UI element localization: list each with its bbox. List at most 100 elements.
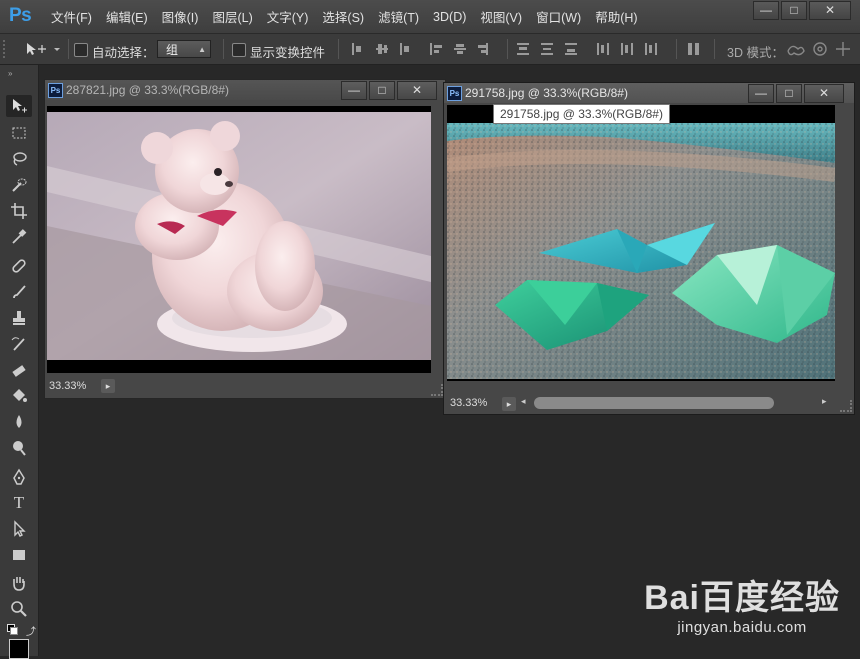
document-1-resize-grip[interactable] (431, 384, 443, 396)
auto-align-icon[interactable] (686, 41, 704, 57)
watermark-logo: Bai百度经验 (644, 579, 840, 617)
quick-selection-tool[interactable] (6, 174, 32, 196)
document-2-titlebar[interactable]: Ps 291758.jpg @ 33.3%(RGB/8#) — □ ✕ (444, 83, 854, 103)
document-2-canvas[interactable] (447, 105, 835, 381)
document-2-zoom-readout[interactable]: 33.33% (450, 395, 487, 412)
options-grip[interactable] (3, 40, 11, 58)
3d-rotate-icon (787, 45, 805, 56)
options-bar: 自动选择： 组 ▲ 显示变换控件 3D 模式： (0, 34, 860, 65)
document-2-close-button[interactable]: ✕ (804, 84, 844, 103)
eraser-tool[interactable] (6, 359, 32, 381)
show-transform-checkbox[interactable] (232, 43, 246, 57)
app-close-button[interactable]: ✕ (809, 1, 851, 20)
clone-stamp-tool[interactable] (6, 307, 32, 329)
menu-file[interactable]: 文件(F) (44, 7, 99, 26)
document-2-title: 291758.jpg @ 33.3%(RGB/8#) (465, 86, 628, 100)
auto-select-label: 自动选择： (92, 46, 155, 60)
teddy-bear-photo (47, 112, 431, 360)
paper-boats-photo (447, 123, 835, 379)
rectangle-icon (13, 550, 25, 560)
menu-help[interactable]: 帮助(H) (588, 7, 644, 26)
menu-3d[interactable]: 3D(D) (426, 10, 473, 24)
align-hcenter-icon (454, 48, 466, 50)
path-selection-icon (14, 520, 26, 537)
menu-filter[interactable]: 滤镜(T) (371, 7, 426, 26)
pen-tool[interactable] (6, 466, 32, 488)
ps-document-icon: Ps (447, 86, 462, 101)
dodge-icon (13, 441, 26, 456)
paint-bucket-tool[interactable] (6, 385, 32, 407)
scroll-left-icon[interactable]: ◂ (521, 396, 526, 407)
document-2-minimize-button[interactable]: — (748, 84, 774, 103)
healing-brush-tool[interactable] (6, 255, 32, 277)
zoom-tool[interactable] (6, 598, 32, 620)
default-colors-icon[interactable] (7, 624, 18, 635)
document-2-info-icon[interactable]: ▸ (502, 397, 516, 411)
separator (714, 39, 715, 59)
hand-tool[interactable] (6, 572, 32, 594)
ps-document-icon: Ps (48, 83, 63, 98)
path-selection-tool[interactable] (6, 518, 32, 540)
type-tool[interactable]: T (6, 492, 32, 514)
align-bottom-icon (400, 43, 402, 55)
marquee-tool[interactable] (6, 122, 32, 144)
document-1-titlebar[interactable]: Ps 287821.jpg @ 33.3%(RGB/8#) — □ ✕ (45, 80, 445, 100)
rectangle-tool[interactable] (6, 544, 32, 566)
menu-type[interactable]: 文字(Y) (260, 7, 316, 26)
show-transform-label: 显示变换控件 (250, 46, 326, 60)
eraser-icon (12, 365, 26, 377)
baidu-jingyan-watermark: Bai百度经验 jingyan.baidu.com (644, 570, 840, 636)
eyedropper-tool[interactable] (6, 226, 32, 248)
lasso-tool[interactable] (6, 148, 32, 170)
chevron-updown-icon: ▲ (198, 45, 206, 54)
menu-image[interactable]: 图像(I) (155, 7, 206, 26)
document-1-restore-button[interactable]: □ (369, 81, 395, 100)
brush-tool[interactable] (6, 281, 32, 303)
app-logo: Ps (9, 5, 32, 26)
crop-tool[interactable] (6, 200, 32, 222)
magnifier-icon (11, 601, 27, 617)
document-1-close-button[interactable]: ✕ (397, 81, 437, 100)
menu-window[interactable]: 窗口(W) (529, 7, 588, 26)
3d-mode-icons[interactable] (785, 39, 857, 59)
bandage-icon (12, 259, 26, 273)
menu-select[interactable]: 选择(S) (315, 7, 371, 26)
scroll-right-icon[interactable]: ▸ (822, 396, 827, 407)
move-tool-icon (27, 43, 60, 55)
menu-layer[interactable]: 图层(L) (205, 7, 259, 26)
dodge-tool[interactable] (6, 437, 32, 459)
auto-select-dropdown[interactable]: 组 ▲ (157, 40, 211, 58)
document-1-canvas-bottom (47, 370, 431, 373)
document-1-info-icon[interactable]: ▸ (101, 379, 115, 393)
blur-tool[interactable] (6, 411, 32, 433)
document-1-canvas[interactable] (47, 106, 431, 370)
move-tool[interactable] (6, 95, 32, 117)
separator (507, 39, 508, 59)
pen-icon (13, 468, 25, 485)
app-restore-button[interactable]: □ (781, 1, 807, 20)
document-window-2[interactable]: Ps 291758.jpg @ 33.3%(RGB/8#) — □ ✕ 33.3… (443, 82, 855, 415)
menu-edit[interactable]: 编辑(E) (99, 7, 155, 26)
distribute-icons-group (517, 43, 657, 55)
bucket-icon (13, 389, 27, 402)
move-icon (13, 99, 27, 113)
document-2-restore-button[interactable]: □ (776, 84, 802, 103)
document-1-minimize-button[interactable]: — (341, 81, 367, 100)
marquee-icon (12, 127, 26, 139)
auto-select-checkbox[interactable] (74, 43, 88, 57)
swap-colors-icon[interactable]: ⤴ (26, 623, 36, 638)
foreground-color-swatch[interactable] (9, 639, 29, 659)
auto-select-value: 组 (166, 43, 179, 57)
document-1-zoom-readout[interactable]: 33.33% (49, 378, 86, 395)
title-tooltip: 291758.jpg @ 33.3%(RGB/8#) (493, 104, 670, 124)
menu-view[interactable]: 视图(V) (473, 7, 529, 26)
document-window-1[interactable]: Ps 287821.jpg @ 33.3%(RGB/8#) — □ ✕ 33.3… (44, 79, 446, 399)
tool-preset-picker[interactable] (24, 40, 64, 58)
lasso-icon (13, 152, 27, 166)
expand-panel-icon[interactable]: » (8, 69, 12, 78)
document-2-resize-grip[interactable] (840, 400, 852, 412)
app-minimize-button[interactable]: — (753, 1, 779, 20)
horizontal-scrollbar-thumb[interactable] (534, 397, 774, 409)
history-brush-tool[interactable] (6, 333, 32, 355)
separator (68, 39, 69, 59)
